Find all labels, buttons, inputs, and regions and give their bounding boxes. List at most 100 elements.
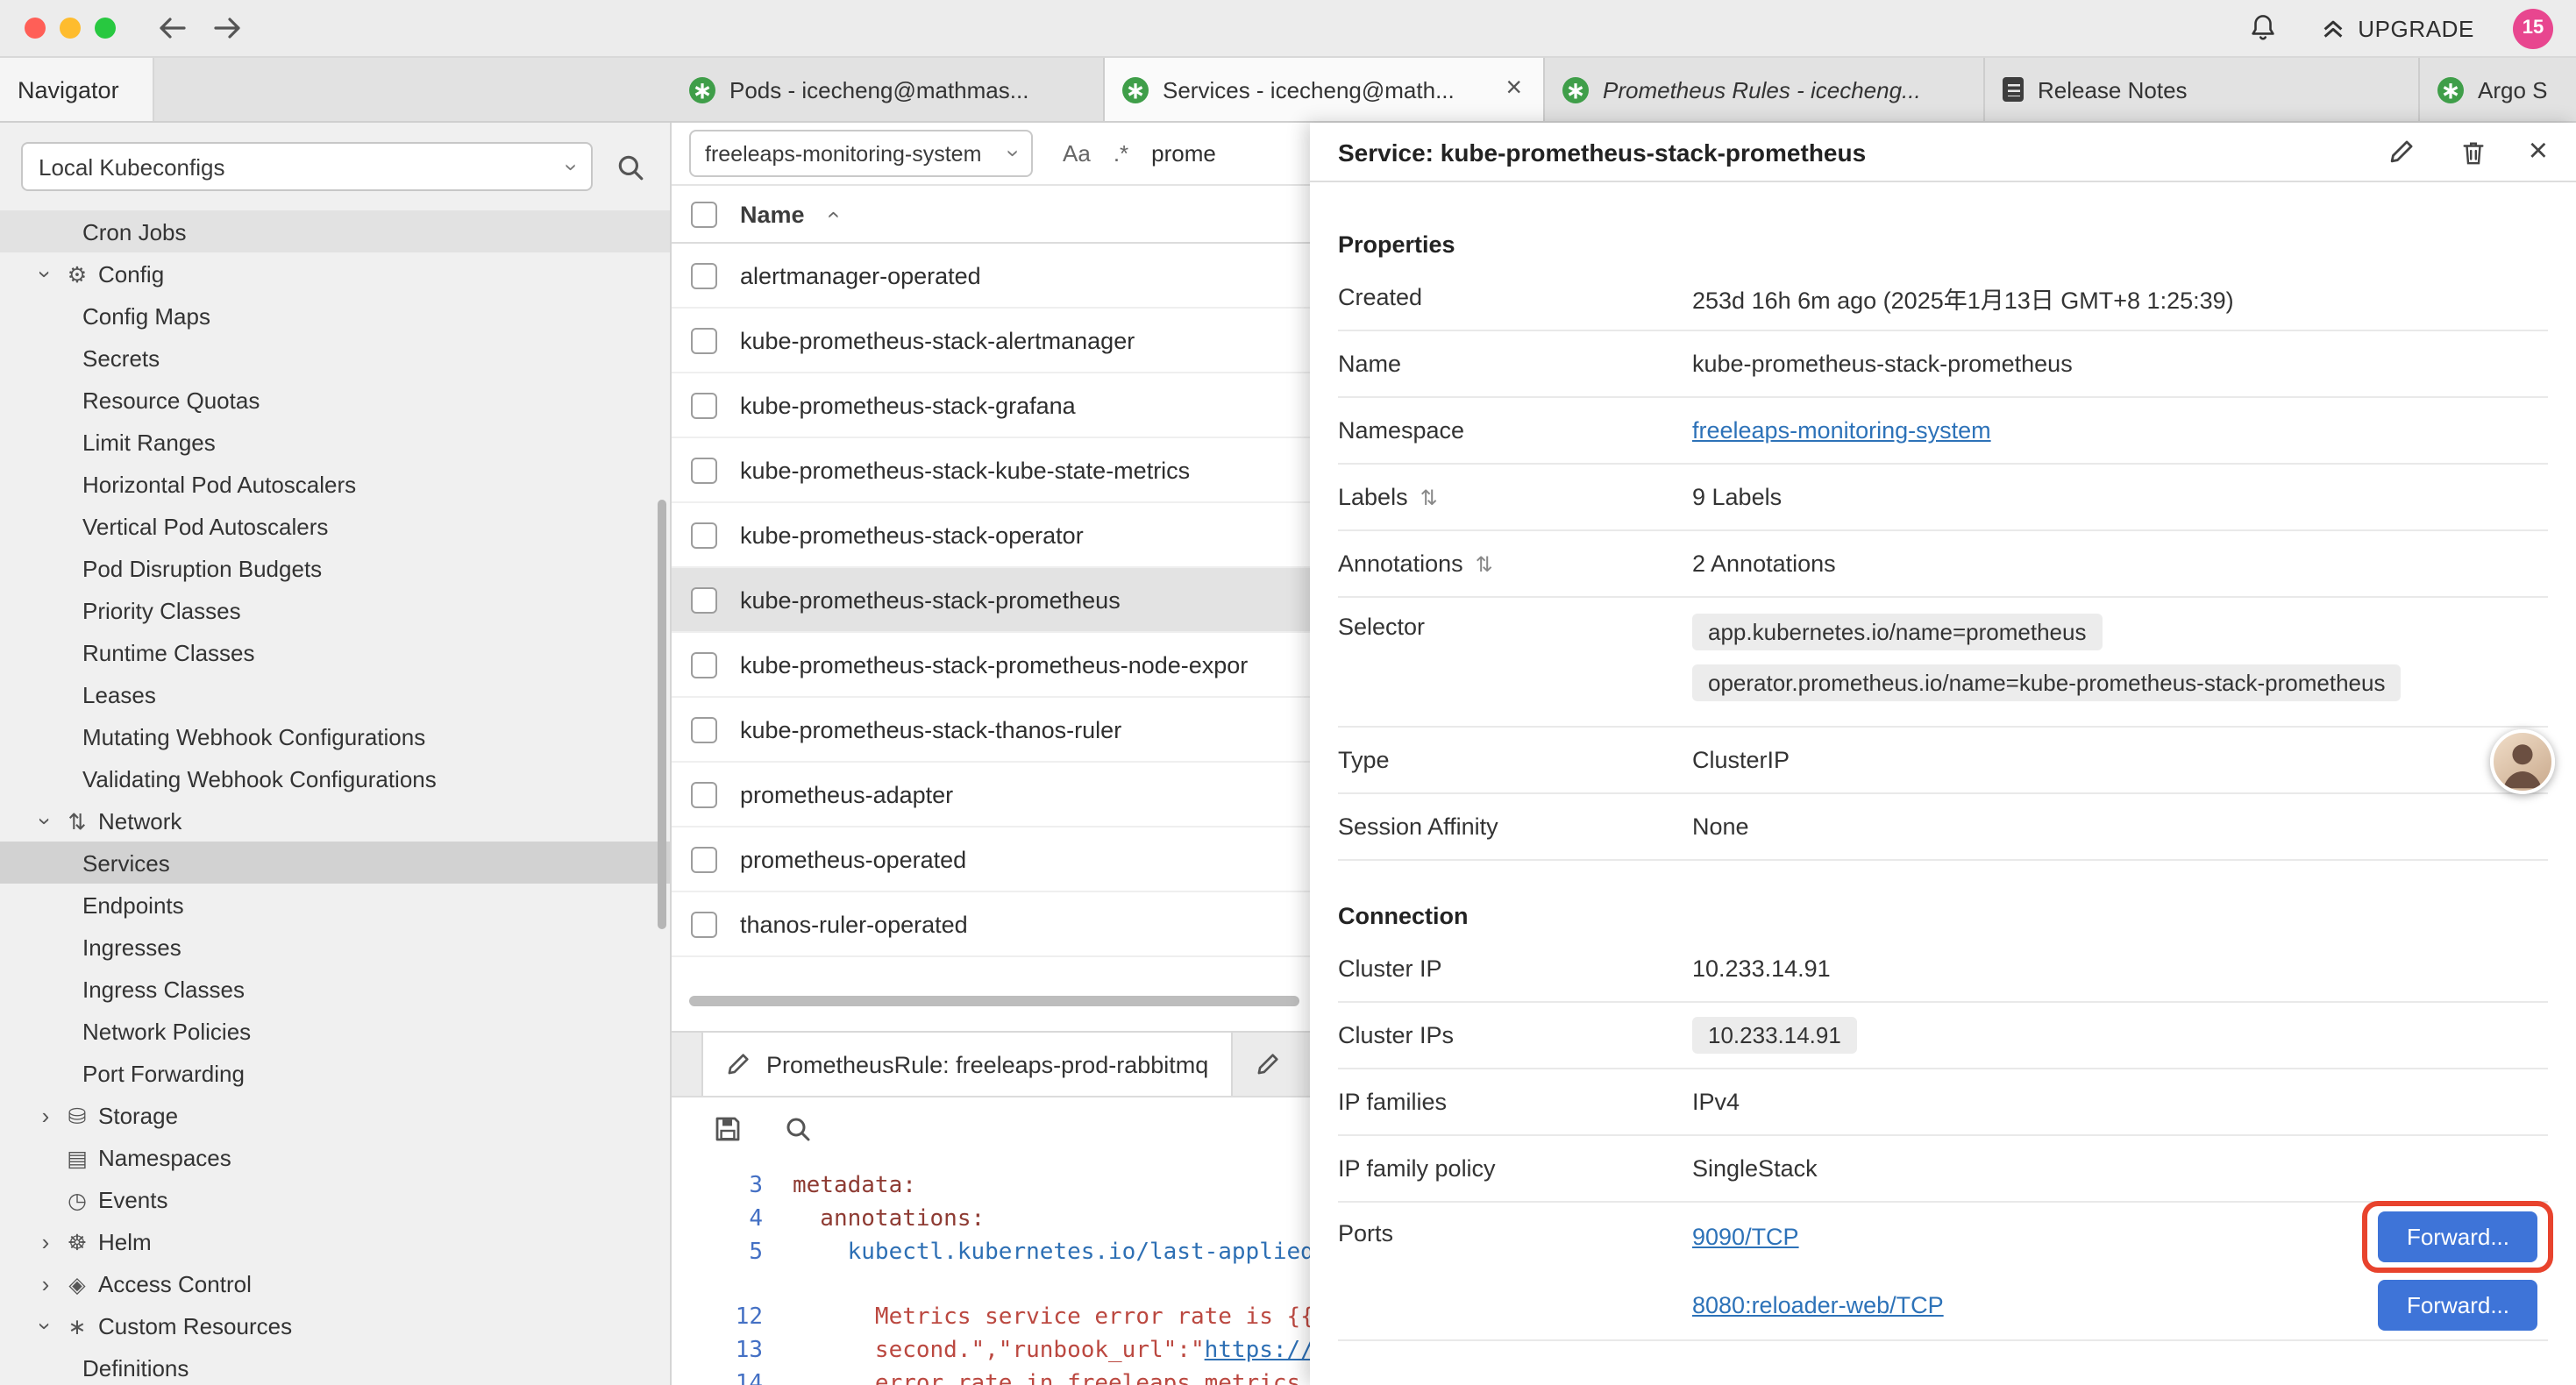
forward-button[interactable]: [200, 12, 256, 44]
tab-services-icecheng-math[interactable]: ∗Services - icecheng@math...×: [1105, 58, 1545, 121]
property-label: Ports: [1338, 1203, 1692, 1246]
sidebar-item-helm[interactable]: ›☸Helm: [0, 1220, 670, 1262]
line-number: 3: [672, 1169, 793, 1203]
notification-count-badge[interactable]: 15: [2513, 8, 2553, 48]
chevron-down-icon[interactable]: ›: [32, 1315, 59, 1336]
chevron-right-icon[interactable]: ›: [35, 1228, 56, 1254]
editor-tab-title: PrometheusRule: freeleaps-prod-rabbitmq: [766, 1051, 1208, 1077]
editor-tab-prometheusrule[interactable]: PrometheusRule: freeleaps-prod-rabbitmq: [701, 1033, 1233, 1096]
port-link[interactable]: 9090/TCP: [1692, 1224, 1799, 1250]
kubernetes-icon: ∗: [1562, 76, 1589, 103]
row-checkbox[interactable]: [691, 327, 717, 353]
tab-pods-icecheng-mathmas[interactable]: ∗Pods - icecheng@mathmas...: [672, 58, 1105, 121]
back-arrow-icon: [156, 16, 188, 40]
delete-button[interactable]: [2457, 134, 2490, 169]
property-label: Selector: [1338, 614, 1692, 640]
row-checkbox[interactable]: [691, 651, 717, 678]
row-checkbox[interactable]: [691, 716, 717, 742]
namespace-select[interactable]: freeleaps-monitoring-system ›: [689, 130, 1033, 177]
sidebar-item-resource-quotas[interactable]: Resource Quotas: [0, 379, 670, 421]
sidebar-item-label: Ingress Classes: [82, 976, 245, 1002]
edit-button[interactable]: [2385, 135, 2418, 168]
navigator-panel-tab[interactable]: Navigator: [0, 58, 154, 121]
sidebar-item-pod-disruption-budgets[interactable]: Pod Disruption Budgets: [0, 547, 670, 589]
row-checkbox[interactable]: [691, 586, 717, 613]
sidebar-item-network-policies[interactable]: Network Policies: [0, 1010, 670, 1052]
sidebar-item-cron-jobs[interactable]: Cron Jobs: [0, 210, 670, 252]
property-row-namespace: Namespacefreeleaps-monitoring-system: [1338, 398, 2548, 465]
sort-toggle-icon[interactable]: ⇅: [1420, 485, 1438, 509]
helm-icon: ☸: [63, 1228, 91, 1254]
user-avatar[interactable]: [2490, 729, 2555, 794]
select-all-checkbox[interactable]: [691, 201, 717, 227]
sidebar-item-limit-ranges[interactable]: Limit Ranges: [0, 421, 670, 463]
chevron-right-icon[interactable]: ›: [35, 1102, 56, 1128]
sidebar-scrollbar[interactable]: [658, 500, 666, 929]
row-checkbox[interactable]: [691, 846, 717, 872]
chevron-right-icon[interactable]: ›: [35, 1270, 56, 1296]
sidebar-item-priority-classes[interactable]: Priority Classes: [0, 589, 670, 631]
kubeconfig-select[interactable]: Local Kubeconfigs ›: [21, 142, 593, 191]
notifications-bell-icon[interactable]: [2244, 9, 2281, 47]
tab-close-icon[interactable]: ×: [1502, 74, 1526, 105]
row-checkbox[interactable]: [691, 262, 717, 288]
name-column-header[interactable]: Name: [740, 201, 805, 227]
search-input[interactable]: prome: [1151, 140, 1216, 167]
sidebar-item-services[interactable]: Services: [0, 842, 670, 884]
save-button[interactable]: [710, 1112, 745, 1147]
tab-prometheus-rules-icecheng[interactable]: ∗Prometheus Rules - icecheng...: [1545, 58, 1985, 121]
sidebar-item-definitions[interactable]: Definitions: [0, 1346, 670, 1385]
sidebar-item-port-forwarding[interactable]: Port Forwarding: [0, 1052, 670, 1094]
sidebar-item-ingress-classes[interactable]: Ingress Classes: [0, 968, 670, 1010]
close-window-button[interactable]: [25, 18, 46, 39]
list-search: Aa .* prome: [1063, 140, 1216, 167]
row-checkbox[interactable]: [691, 457, 717, 483]
namespace-link[interactable]: freeleaps-monitoring-system: [1692, 417, 1991, 444]
sidebar-item-namespaces[interactable]: ›▤Namespaces: [0, 1136, 670, 1178]
sidebar-item-network[interactable]: ›⇅Network: [0, 799, 670, 842]
row-checkbox[interactable]: [691, 522, 717, 548]
sidebar-item-endpoints[interactable]: Endpoints: [0, 884, 670, 926]
sidebar-item-secrets[interactable]: Secrets: [0, 337, 670, 379]
sidebar-item-label: Port Forwarding: [82, 1060, 245, 1086]
sidebar-item-ingresses[interactable]: Ingresses: [0, 926, 670, 968]
sidebar-item-access-control[interactable]: ›◈Access Control: [0, 1262, 670, 1304]
chevron-down-icon[interactable]: ›: [32, 263, 59, 284]
sidebar-item-vertical-pod-autoscalers[interactable]: Vertical Pod Autoscalers: [0, 505, 670, 547]
sidebar-item-config-maps[interactable]: Config Maps: [0, 295, 670, 337]
sidebar-item-storage[interactable]: ›⛁Storage: [0, 1094, 670, 1136]
editor-search-button[interactable]: [780, 1112, 815, 1147]
sidebar-item-events[interactable]: ›◷Events: [0, 1178, 670, 1220]
horizontal-scrollbar[interactable]: [689, 996, 1299, 1006]
sidebar-item-label: Cron Jobs: [82, 218, 187, 245]
line-code: second.","runbook_url":"https://net: [793, 1334, 1356, 1367]
forward-button[interactable]: Forward...: [2379, 1211, 2537, 1262]
upgrade-button[interactable]: UPGRADE: [2319, 15, 2474, 41]
sort-toggle-icon[interactable]: ⇅: [1476, 551, 1493, 576]
line-number: 12: [672, 1301, 793, 1334]
editor-tab-next[interactable]: [1233, 1033, 1303, 1096]
close-drawer-button[interactable]: ×: [2529, 135, 2548, 168]
tab-label: Argo S: [2478, 76, 2576, 103]
sidebar-item-validating-webhook-configurations[interactable]: Validating Webhook Configurations: [0, 757, 670, 799]
tab-release-notes[interactable]: Release Notes: [1985, 58, 2420, 121]
sidebar-item-custom-resources[interactable]: ›∗Custom Resources: [0, 1304, 670, 1346]
chevron-down-icon[interactable]: ›: [32, 810, 59, 831]
minimize-window-button[interactable]: [60, 18, 81, 39]
sidebar-search-icon[interactable]: [612, 148, 649, 185]
row-checkbox[interactable]: [691, 781, 717, 807]
back-button[interactable]: [144, 12, 200, 44]
regex-toggle[interactable]: .*: [1114, 140, 1128, 167]
sidebar-item-horizontal-pod-autoscalers[interactable]: Horizontal Pod Autoscalers: [0, 463, 670, 505]
sidebar-item-leases[interactable]: Leases: [0, 673, 670, 715]
match-case-toggle[interactable]: Aa: [1063, 140, 1091, 167]
sidebar-item-mutating-webhook-configurations[interactable]: Mutating Webhook Configurations: [0, 715, 670, 757]
row-checkbox[interactable]: [691, 392, 717, 418]
port-link[interactable]: 8080:reloader-web/TCP: [1692, 1292, 1944, 1318]
sidebar-item-runtime-classes[interactable]: Runtime Classes: [0, 631, 670, 673]
sidebar-item-config[interactable]: ›⚙Config: [0, 252, 670, 295]
forward-button[interactable]: Forward...: [2379, 1280, 2537, 1331]
tab-argo-s[interactable]: ∗Argo S: [2420, 58, 2576, 121]
maximize-window-button[interactable]: [95, 18, 116, 39]
row-checkbox[interactable]: [691, 911, 717, 937]
